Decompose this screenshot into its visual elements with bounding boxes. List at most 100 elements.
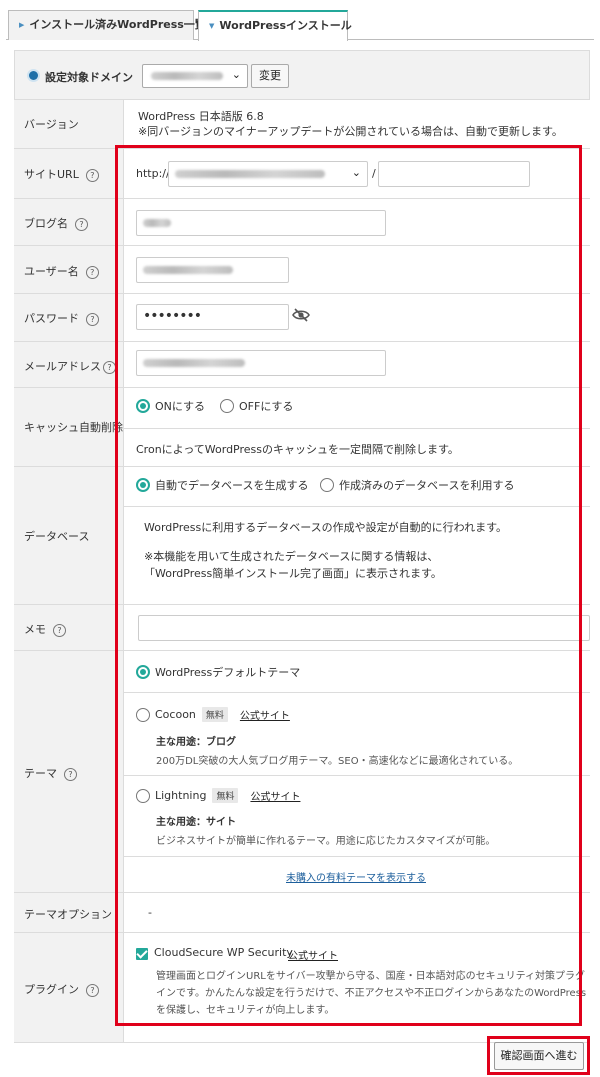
memo-input[interactable] xyxy=(138,615,590,641)
radio-unchecked-icon xyxy=(220,399,234,413)
caret-right-icon: ▶ xyxy=(19,21,25,29)
redacted-text xyxy=(143,266,233,274)
url-scheme: http:// xyxy=(136,167,170,180)
plugin-official-link[interactable]: 公式サイト xyxy=(288,947,338,962)
checkbox-checked-icon[interactable] xyxy=(136,948,148,960)
plugin-desc-3: を保護し、セキュリティが向上します。 xyxy=(156,1005,335,1016)
site-domain-select[interactable]: ⌄ xyxy=(168,161,368,187)
row-cache: キャッシュ自動削除 ONにする OFFにする CronによってWordPress… xyxy=(14,388,590,467)
free-badge: 無料 xyxy=(201,707,228,722)
row-memo: メモ? xyxy=(14,605,590,651)
chevron-down-icon: ⌄ xyxy=(231,68,241,81)
plugin-label: プラグイン xyxy=(24,983,79,996)
theme-default-radio[interactable]: WordPressデフォルトテーマ xyxy=(136,664,300,680)
proceed-to-confirm-button[interactable]: 確認画面へ進む xyxy=(494,1042,584,1070)
password-input[interactable]: •••••••• xyxy=(136,304,289,330)
chevron-down-icon: ⌄ xyxy=(351,166,361,179)
username-input[interactable] xyxy=(136,257,289,283)
redacted-domain xyxy=(175,170,325,178)
radio-unchecked-icon xyxy=(320,478,334,492)
row-plugin: プラグイン? CloudSecure WP Security 公式サイト 管理画… xyxy=(14,933,590,1043)
help-icon[interactable]: ? xyxy=(75,218,88,231)
cocoon-use: 主な用途：ブログ xyxy=(156,737,236,748)
free-badge: 無料 xyxy=(212,788,239,803)
email-label: メールアドレス xyxy=(24,360,101,373)
theme-option-label: テーマオプション xyxy=(24,908,112,921)
domain-select[interactable]: ⌄ xyxy=(142,64,248,88)
cache-on-radio[interactable]: ONにする xyxy=(136,398,205,414)
blog-name-input[interactable] xyxy=(136,210,386,236)
version-note: ※同バージョンのマイナーアップデートが公開されている場合は、自動で更新します。 xyxy=(138,125,563,138)
cache-off-radio[interactable]: OFFにする xyxy=(220,398,293,414)
version-value: WordPress 日本語版 6.8 xyxy=(138,110,264,123)
redacted-text xyxy=(143,219,171,227)
change-domain-button[interactable]: 変更 xyxy=(251,64,289,88)
radio-unchecked-icon xyxy=(136,707,150,722)
tab-install[interactable]: ▼ WordPressインストール xyxy=(198,10,352,41)
help-icon[interactable]: ? xyxy=(86,313,99,326)
lightning-use: 主な用途：サイト xyxy=(156,817,236,828)
theme-lightning: Lightning 無料 公式サイト 主な用途：サイト ビジネスサイトが簡単に作れる… xyxy=(124,776,590,857)
site-path-input[interactable] xyxy=(378,161,530,187)
email-input[interactable] xyxy=(136,350,386,376)
database-note-2: ※本機能を用いて生成されたデータベースに関する情報は、 xyxy=(144,550,439,563)
plugin-desc-2: インです。かんたんな設定を行うだけで、不正アクセスや不正ログインからあなたのWo… xyxy=(156,988,587,999)
plugin-desc-1: 管理画面とログインURLをサイバー攻撃から守る、国産・日本語対応のセキュリティ対… xyxy=(156,971,586,982)
theme-cocoon-radio[interactable]: Cocoon 無料 公式サイト xyxy=(136,707,290,722)
url-separator: / xyxy=(372,167,376,180)
radio-checked-icon xyxy=(136,478,150,492)
database-existing-radio[interactable]: 作成済みのデータベースを利用する xyxy=(320,477,514,493)
row-username: ユーザー名? xyxy=(14,246,590,294)
help-icon[interactable]: ? xyxy=(85,169,99,182)
theme-option-value: - xyxy=(148,906,152,919)
show-paid-themes-link[interactable]: 未購入の有料テーマを表示する xyxy=(286,869,426,884)
plugin-name: CloudSecure WP Security xyxy=(154,946,293,959)
cache-note: CronによってWordPressのキャッシュを一定間隔で削除します。 xyxy=(136,443,459,456)
version-label: バージョン xyxy=(24,118,79,131)
password-value: •••••••• xyxy=(143,308,202,324)
database-auto-radio[interactable]: 自動でデータベースを生成する xyxy=(136,477,308,493)
site-url-label: サイトURL xyxy=(24,168,79,181)
row-site-url: サイトURL? http:// ⌄ / xyxy=(14,149,590,199)
row-theme-option: テーマオプション - xyxy=(14,893,590,933)
row-password: パスワード? •••••••• xyxy=(14,294,590,342)
theme-cocoon: Cocoon 無料 公式サイト 主な用途：ブログ 200万DL突破の大人気ブログ用テ… xyxy=(124,693,590,776)
radio-checked-icon xyxy=(136,665,150,679)
eye-off-icon[interactable] xyxy=(292,308,310,322)
help-icon[interactable]: ? xyxy=(53,624,66,637)
memo-label: メモ xyxy=(24,623,46,636)
domain-selector-row: 設定対象ドメイン ⌄ 変更 xyxy=(14,50,590,100)
redacted-text xyxy=(143,359,245,367)
help-icon[interactable]: ? xyxy=(85,266,99,279)
row-theme: テーマ? WordPressデフォルトテーマ Cocoon 無料 公式サイト 主な用… xyxy=(14,651,590,893)
database-note-3: 「WordPress簡単インストール完了画面」に表示されます。 xyxy=(144,567,442,580)
theme-label: テーマ xyxy=(24,767,57,780)
row-database: データベース 自動でデータベースを生成する 作成済みのデータベースを利用する W… xyxy=(14,467,590,605)
tab-bar: ▶ インストール済みWordPress一覧 ▼ WordPressインストール xyxy=(6,6,594,41)
redacted-domain xyxy=(151,72,223,80)
caret-down-icon: ▼ xyxy=(209,22,215,30)
lightning-official-link[interactable]: 公式サイト xyxy=(250,788,300,803)
database-label: データベース xyxy=(24,530,90,543)
cocoon-official-link[interactable]: 公式サイト xyxy=(240,707,290,722)
tab-installed-list[interactable]: ▶ インストール済みWordPress一覧 xyxy=(8,10,206,40)
cache-label: キャッシュ自動削除 xyxy=(24,421,123,434)
blog-name-label: ブログ名 xyxy=(24,217,68,230)
row-blog-name: ブログ名? xyxy=(14,199,590,246)
row-version: バージョン WordPress 日本語版 6.8 ※同バージョンのマイナーアップ… xyxy=(14,100,590,149)
database-note-1: WordPressに利用するデータベースの作成や設定が自動的に行われます。 xyxy=(144,521,508,534)
radio-checked-icon xyxy=(136,399,150,413)
lightning-desc: ビジネスサイトが簡単に作れるテーマ。用途に応じたカスタマイズが可能。 xyxy=(156,836,496,847)
radio-unchecked-icon xyxy=(136,788,150,803)
row-email: メールアドレス? xyxy=(14,342,590,388)
install-form: バージョン WordPress 日本語版 6.8 ※同バージョンのマイナーアップ… xyxy=(14,100,590,1043)
cocoon-desc: 200万DL突破の大人気ブログ用テーマ。SEO・高速化などに最適化されている。 xyxy=(156,756,519,767)
username-label: ユーザー名 xyxy=(24,265,79,278)
bullet-icon xyxy=(29,71,38,80)
help-icon[interactable]: ? xyxy=(86,984,99,997)
theme-lightning-radio[interactable]: Lightning 無料 公式サイト xyxy=(136,788,300,803)
password-label: パスワード xyxy=(24,312,79,325)
help-icon[interactable]: ? xyxy=(64,768,77,781)
help-icon[interactable]: ? xyxy=(103,361,116,374)
domain-label: 設定対象ドメイン xyxy=(45,71,133,84)
